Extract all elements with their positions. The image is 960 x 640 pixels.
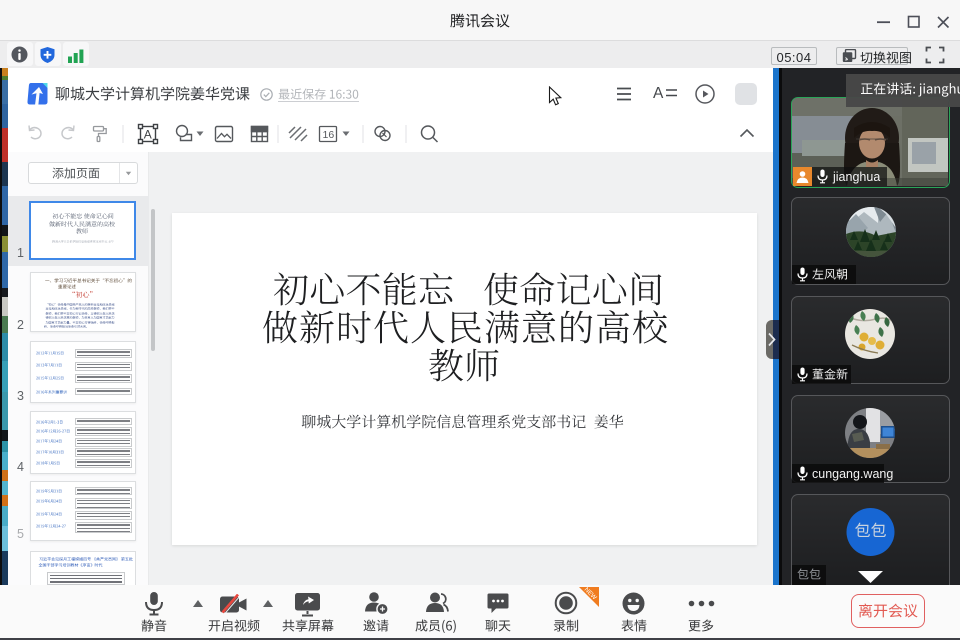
svg-text:16: 16: [323, 129, 335, 141]
svg-text:A: A: [144, 128, 152, 142]
